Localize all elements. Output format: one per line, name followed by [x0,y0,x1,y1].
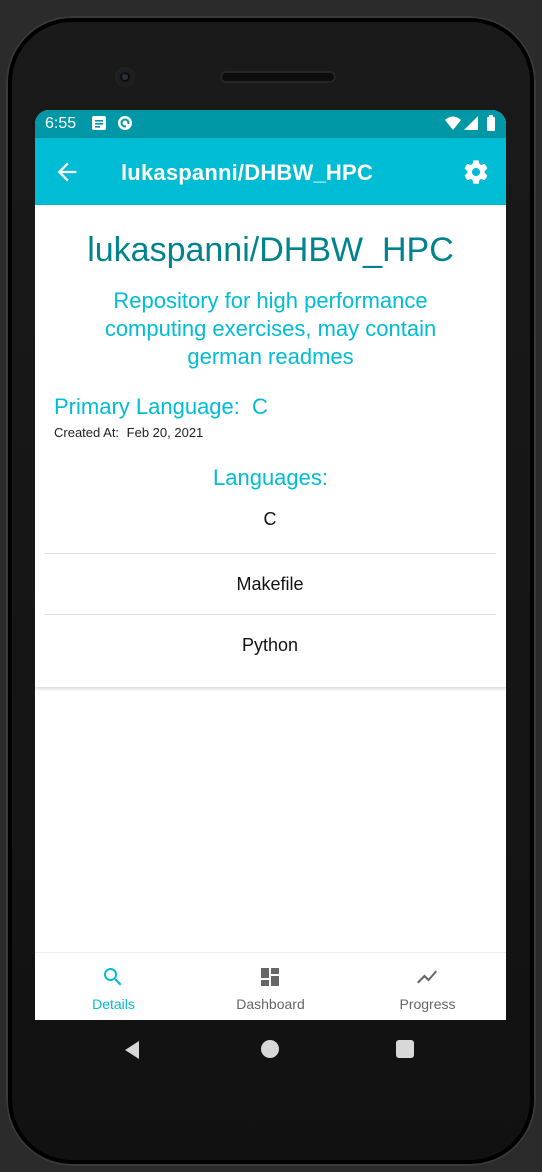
battery-icon [487,115,495,131]
signal-icon [464,116,478,130]
created-at-value: Feb 20, 2021 [126,425,204,440]
created-at-label: Created At: [54,425,120,440]
nav-label-progress: Progress [399,996,456,1012]
app-screen: 6:55 lukaspanni/DHBW_HPC lukaspanni/DHBW… [35,110,506,1020]
language-item: Makefile [44,554,496,615]
earpiece-speaker [220,71,336,83]
nav-item-progress[interactable]: Progress [349,953,506,1020]
primary-language-row: Primary Language: C [54,394,268,420]
app-bar-title: lukaspanni/DHBW_HPC [121,160,373,185]
app-bar: lukaspanni/DHBW_HPC [35,138,506,205]
status-time: 6:55 [45,115,77,132]
notification-doc-icon [92,116,106,130]
system-home-icon[interactable] [261,1040,279,1058]
back-arrow-icon[interactable] [53,158,81,186]
system-back-icon[interactable] [123,1040,141,1060]
search-icon [104,968,122,986]
repo-details-card: lukaspanni/DHBW_HPC Repository for high … [35,205,506,687]
nav-label-details: Details [92,996,135,1012]
status-bar: 6:55 [35,110,506,138]
dashboard-icon [261,968,279,986]
nav-label-dashboard: Dashboard [236,996,305,1012]
nav-item-dashboard[interactable]: Dashboard [192,953,349,1020]
language-item: Python [241,635,299,655]
languages-heading: Languages: [213,465,328,490]
bottom-navigation: Details Dashboard Progress [35,952,506,1020]
trending-up-icon [417,970,437,984]
system-recents-icon[interactable] [396,1040,414,1058]
notification-sync-icon [118,116,132,130]
primary-language-value: C [252,394,268,419]
created-at-row: Created At: Feb 20, 2021 [54,425,203,440]
languages-list: C Makefile Python [44,493,496,675]
settings-gear-icon[interactable] [462,158,490,186]
front-camera [117,69,133,85]
language-item: C [44,493,496,554]
nav-item-details[interactable]: Details [35,953,192,1020]
primary-language-label: Primary Language: [54,394,240,419]
system-navigation-bar [35,1020,506,1080]
wifi-icon [445,116,461,130]
repo-description: Repository for high performance computin… [104,288,437,369]
repo-title: lukaspanni/DHBW_HPC [87,231,454,269]
